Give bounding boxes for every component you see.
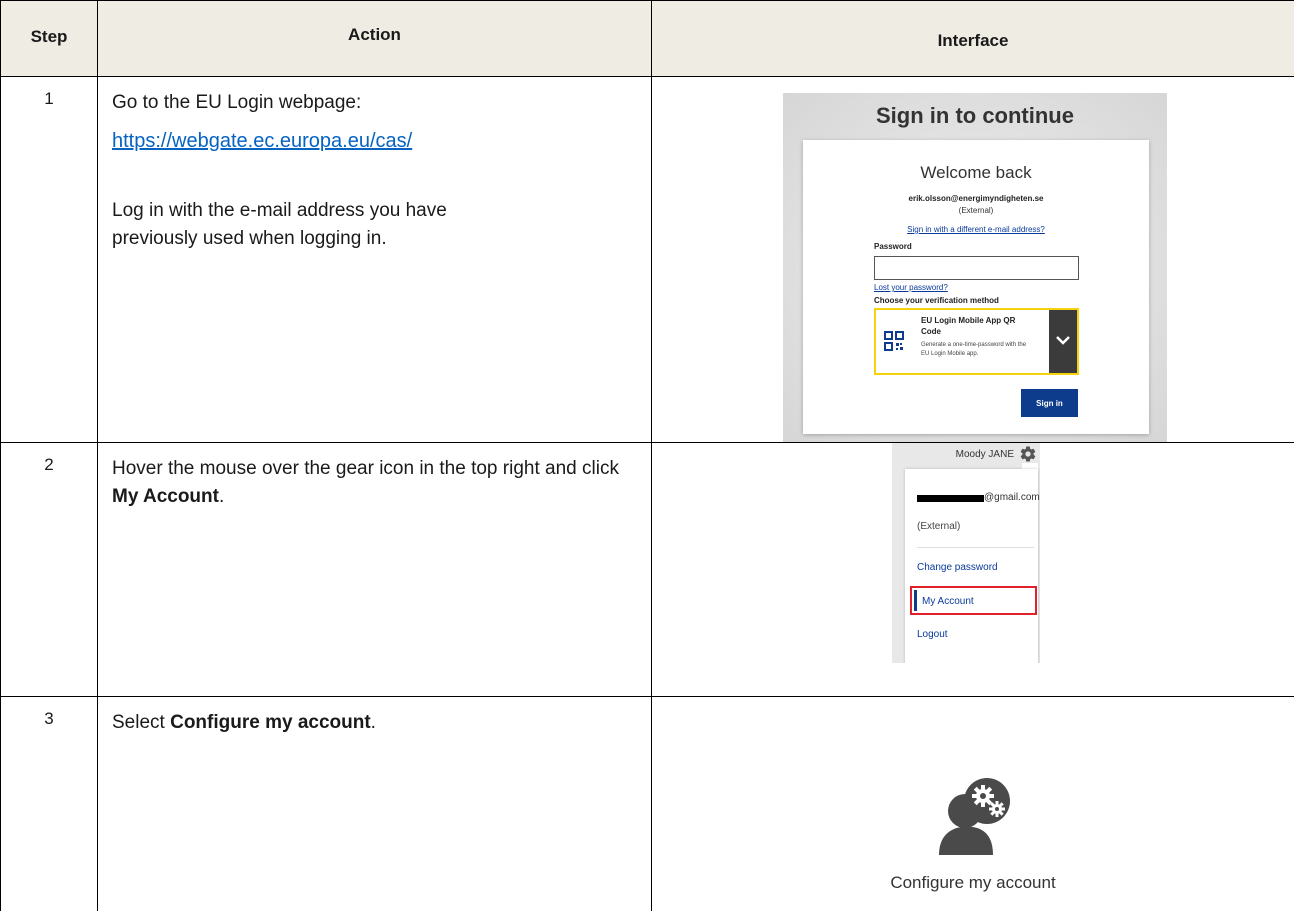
user-name: Moody JANE: [955, 449, 1014, 460]
verification-method-select[interactable]: EU Login Mobile App QR Code Generate a o…: [874, 308, 1079, 375]
action-cell: Select Configure my account.: [97, 696, 652, 911]
method-description: Generate a one-time-password with the EU…: [921, 342, 1027, 357]
account-dropdown-menu: @gmail.com (External) Change password My…: [905, 469, 1040, 663]
user-type: (External): [917, 521, 961, 532]
menu-divider: [917, 547, 1034, 548]
different-email-link[interactable]: Sign in with a different e-mail address?: [803, 225, 1149, 234]
table-row: 2 Hover the mouse over the gear icon in …: [0, 442, 1294, 697]
user-email: @gmail.com: [984, 492, 1040, 503]
configure-account-tile[interactable]: Configure my account: [652, 697, 1294, 911]
configure-account-icon: [939, 778, 1010, 855]
header-action: Action: [97, 0, 652, 77]
chevron-down-icon: [1056, 336, 1070, 345]
header-step: Step: [0, 0, 98, 77]
step-number: 1: [0, 76, 98, 443]
table-row: 3 Select Configure my account. Configure…: [0, 696, 1294, 911]
signin-heading: Sign in to continue: [876, 103, 1074, 128]
table-row: 1 Go to the EU Login webpage: https://we…: [0, 76, 1294, 443]
configure-account-label: Configure my account: [890, 873, 1056, 892]
gear-icon[interactable]: [1019, 445, 1037, 463]
action-text-end: .: [370, 712, 376, 733]
sign-in-button[interactable]: Sign in: [1021, 389, 1078, 417]
action-cell: Hover the mouse over the gear icon in th…: [97, 442, 652, 697]
user-type: (External): [958, 206, 994, 215]
action-text: Log in with the e-mail address you have …: [112, 200, 447, 249]
password-label: Password: [874, 242, 912, 251]
action-text: Hover the mouse over the gear icon in th…: [112, 458, 619, 479]
method-dropdown-toggle[interactable]: [1049, 310, 1077, 373]
step-number: 2: [0, 442, 98, 697]
action-emphasis: Configure my account: [170, 712, 371, 733]
active-indicator: [914, 590, 917, 611]
verification-label: Choose your verification method: [874, 296, 999, 305]
action-text: Select: [112, 712, 171, 733]
signin-card: Welcome back erik.olsson@energimyndighet…: [803, 140, 1149, 434]
password-field[interactable]: [874, 256, 1079, 280]
my-account-label: My Account: [922, 596, 974, 607]
action-emphasis: My Account: [112, 486, 219, 507]
action-text: Go to the EU Login webpage:: [112, 92, 362, 113]
interface-cell: Moody JANE @gmail.com (External) Change …: [651, 442, 1294, 697]
logout-link[interactable]: Logout: [917, 629, 948, 640]
user-email: erik.olsson@energimyndigheten.se: [908, 194, 1044, 203]
interface-cell: Configure my account: [651, 696, 1294, 911]
step-number: 3: [0, 696, 98, 911]
header-row: Step Action Interface: [0, 0, 1294, 77]
action-text-end: .: [218, 486, 225, 507]
method-title: EU Login Mobile App QR Code: [921, 316, 1016, 336]
change-password-link[interactable]: Change password: [917, 562, 998, 573]
signin-screenshot: Sign in to continue Welcome back erik.ol…: [783, 93, 1167, 442]
lost-password-link[interactable]: Lost your password?: [874, 283, 948, 292]
my-account-link[interactable]: My Account: [910, 586, 1037, 615]
welcome-heading: Welcome back: [920, 163, 1032, 182]
account-menu-screenshot: Moody JANE @gmail.com (External) Change …: [892, 443, 1040, 663]
instructions-table: Step Action Interface 1 Go to the EU Log…: [0, 0, 1294, 911]
interface-cell: Sign in to continue Welcome back erik.ol…: [651, 76, 1294, 443]
qr-code-icon: [884, 331, 904, 351]
action-cell: Go to the EU Login webpage: https://webg…: [97, 76, 652, 443]
eu-login-link[interactable]: https://webgate.ec.europa.eu/cas/: [112, 127, 637, 155]
header-interface: Interface: [651, 0, 1294, 77]
